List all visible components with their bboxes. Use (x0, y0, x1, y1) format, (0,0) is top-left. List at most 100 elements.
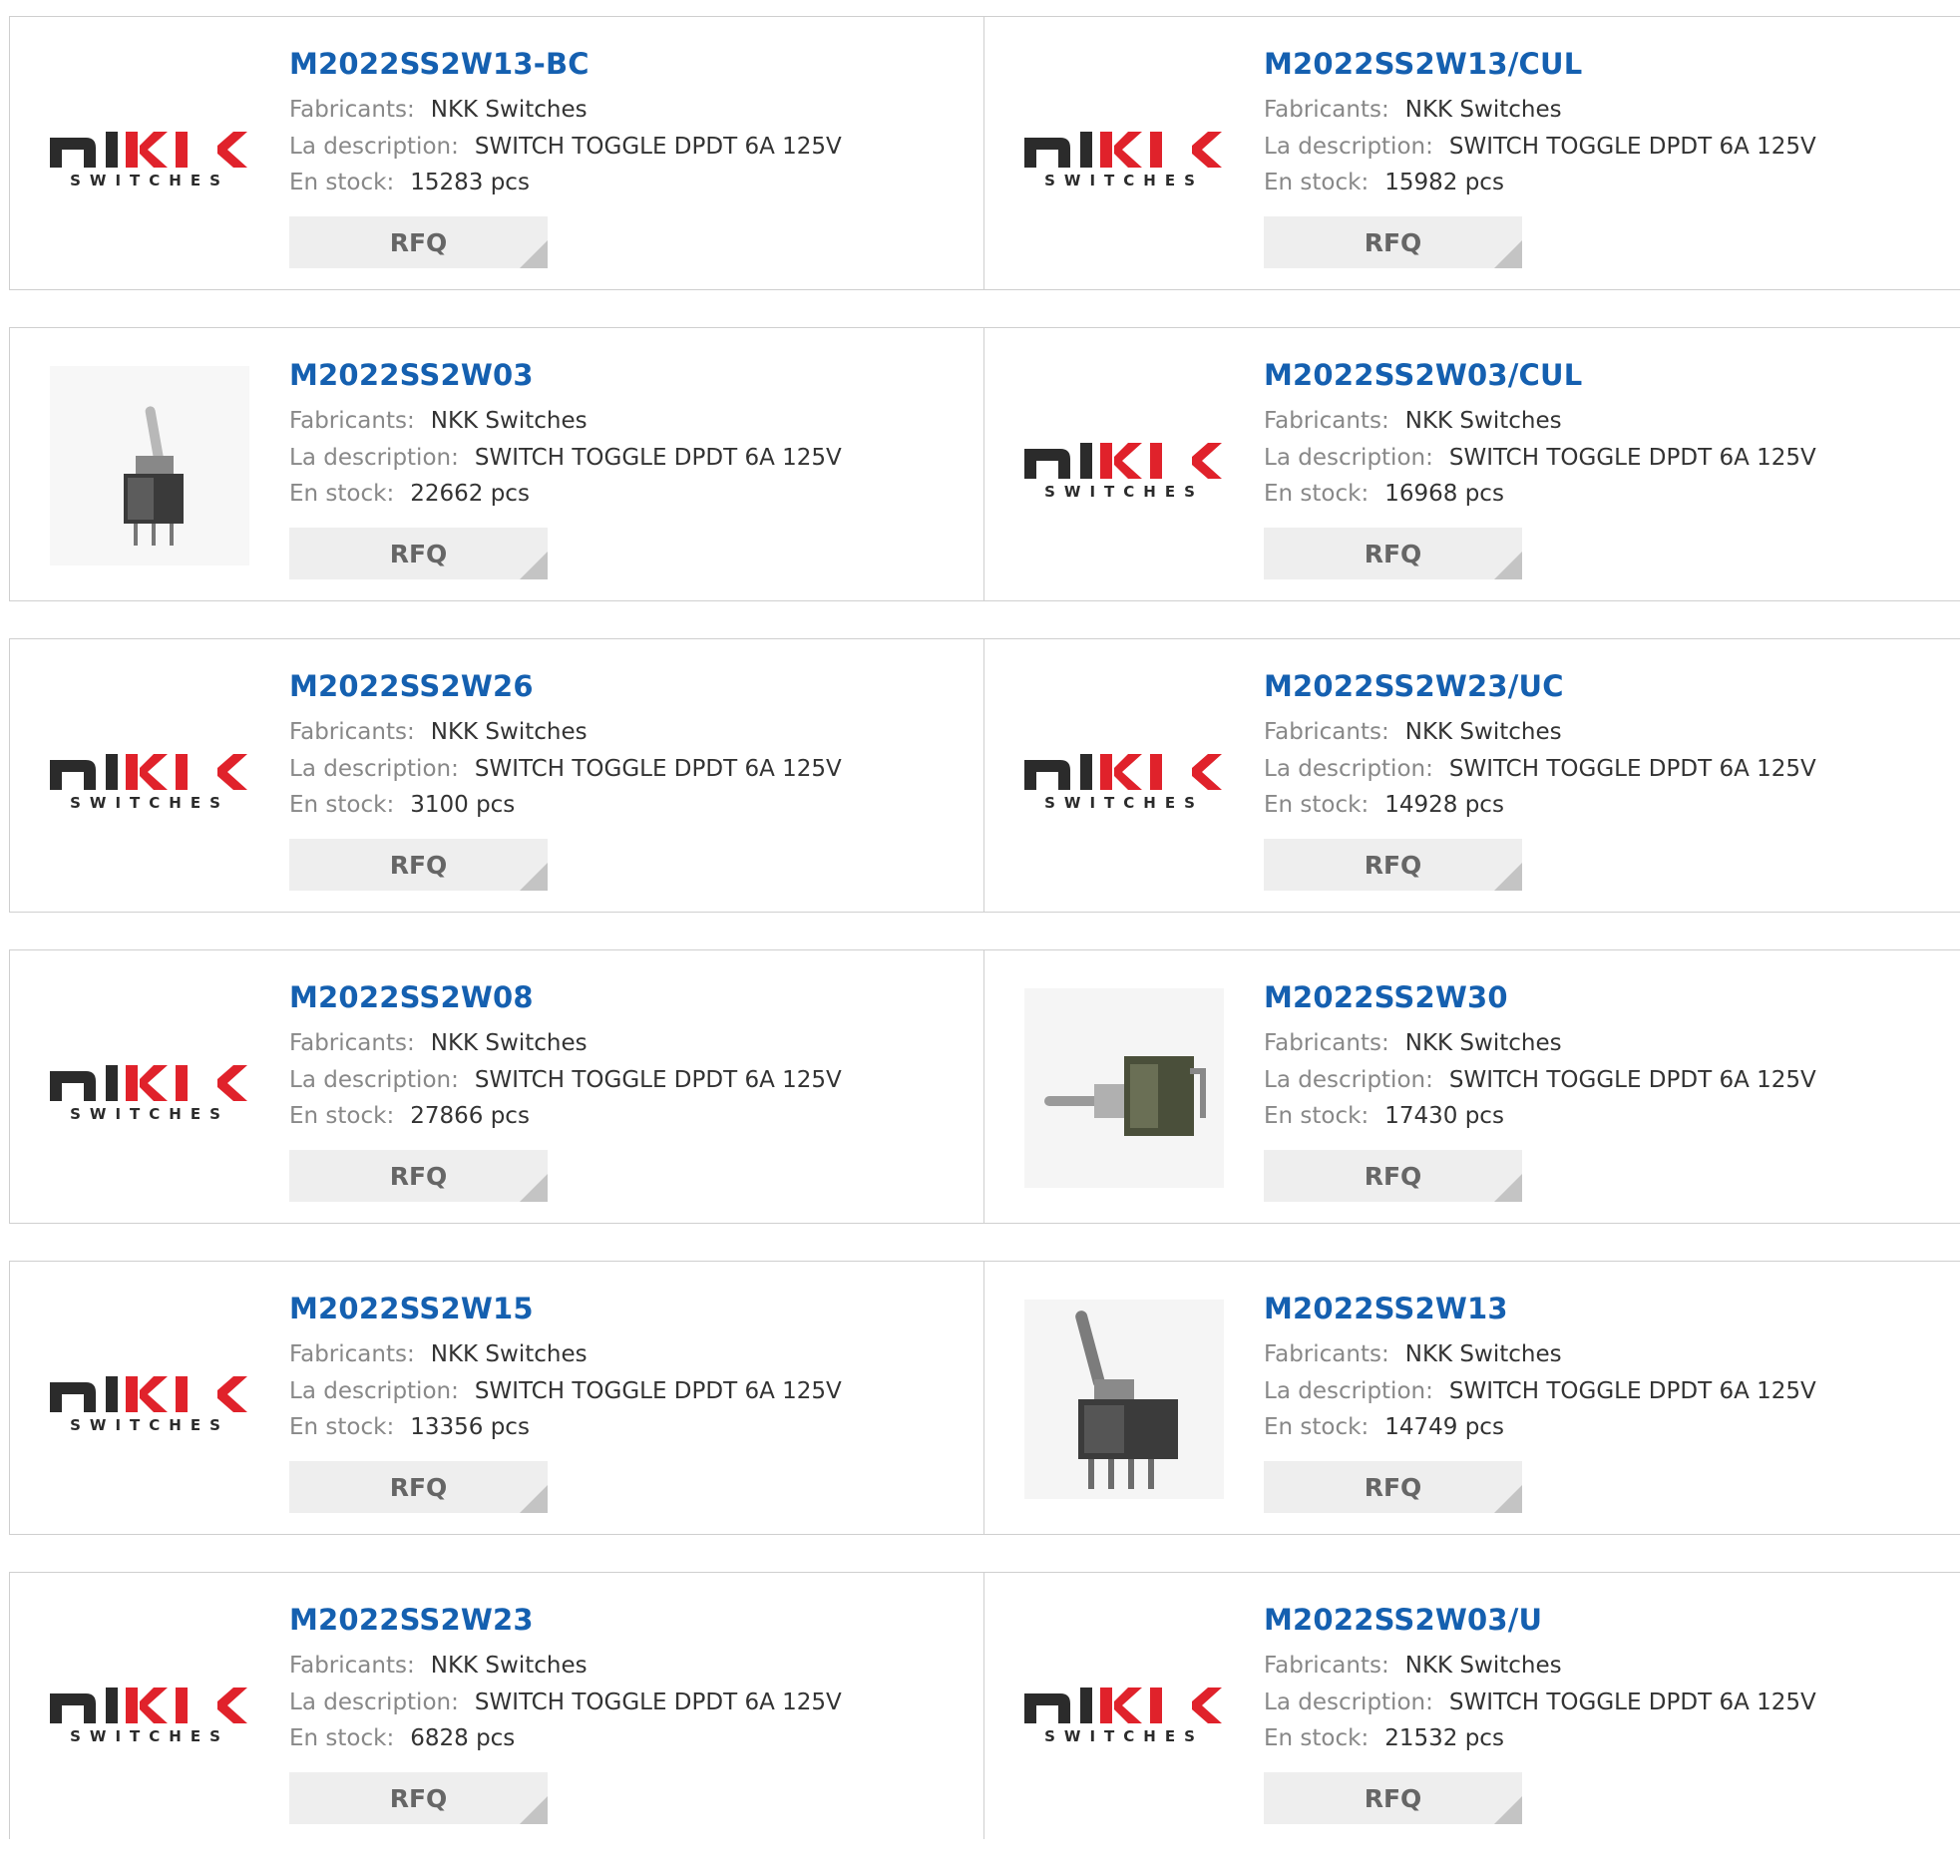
stock-label: En stock: (289, 1103, 395, 1129)
manufacturer-line: Fabricants: NKK Switches (1264, 408, 1562, 434)
rfq-button[interactable]: RFQ (1264, 1461, 1522, 1513)
corner-triangle-icon (1494, 240, 1522, 268)
rfq-button[interactable]: RFQ (1264, 1772, 1522, 1824)
manufacturer-value: NKK Switches (1404, 97, 1562, 123)
nkk-logo-icon: SWITCHES (1024, 132, 1222, 189)
rfq-button[interactable]: RFQ (289, 528, 548, 579)
manufacturer-value: NKK Switches (430, 1030, 588, 1056)
description-label: La description: (1264, 134, 1433, 160)
stock-value: 15982 pcs (1384, 170, 1504, 195)
manufacturer-value: NKK Switches (1404, 408, 1562, 434)
product-part-link[interactable]: M2022SS2W13-BC (289, 47, 589, 81)
description-line: La description: SWITCH TOGGLE DPDT 6A 125… (1264, 756, 1816, 782)
stock-line: En stock: 22662 pcs (289, 481, 530, 507)
description-line: La description: SWITCH TOGGLE DPDT 6A 125… (1264, 1378, 1816, 1404)
product-row: SWITCHES M2022SS2W23 Fabricants: NKK Swit… (9, 1572, 1960, 1839)
stock-value: 17430 pcs (1384, 1103, 1504, 1129)
manufacturer-label: Fabricants: (1264, 1341, 1389, 1367)
description-value: SWITCH TOGGLE DPDT 6A 125V (474, 1067, 842, 1093)
svg-text:SWITCHES: SWITCHES (1044, 1727, 1204, 1745)
product-part-link[interactable]: M2022SS2W03 (289, 358, 534, 392)
product-image[interactable] (1024, 1300, 1224, 1499)
product-part-link[interactable]: M2022SS2W03/U (1264, 1603, 1542, 1637)
product-grid: SWITCHES M2022SS2W13-BC Fabricants: NKK S… (9, 16, 1960, 1876)
product-part-link[interactable]: M2022SS2W08 (289, 980, 534, 1014)
rfq-button[interactable]: RFQ (1264, 839, 1522, 891)
svg-text:SWITCHES: SWITCHES (70, 1416, 229, 1434)
product-card: SWITCHES M2022SS2W23/UC Fabricants: NKK S… (984, 639, 1959, 912)
product-image[interactable]: SWITCHES (1024, 1611, 1224, 1810)
product-image[interactable]: SWITCHES (1024, 55, 1224, 254)
manufacturer-line: Fabricants: NKK Switches (1264, 97, 1562, 123)
corner-triangle-icon (520, 1796, 548, 1824)
stock-value: 14928 pcs (1384, 792, 1504, 818)
rfq-label: RFQ (1364, 850, 1422, 880)
manufacturer-label: Fabricants: (289, 97, 415, 123)
rfq-button[interactable]: RFQ (289, 1461, 548, 1513)
product-part-link[interactable]: M2022SS2W15 (289, 1292, 534, 1325)
right-angle-toggle-photo-icon (1024, 988, 1224, 1188)
product-image[interactable] (50, 366, 249, 565)
stock-line: En stock: 21532 pcs (1264, 1725, 1504, 1751)
rfq-label: RFQ (1364, 1783, 1422, 1813)
stock-value: 21532 pcs (1384, 1725, 1504, 1751)
stock-value: 13356 pcs (410, 1414, 530, 1440)
manufacturer-value: NKK Switches (1404, 1653, 1562, 1679)
stock-label: En stock: (289, 1725, 395, 1751)
product-part-link[interactable]: M2022SS2W23/UC (1264, 669, 1564, 703)
description-label: La description: (289, 1378, 459, 1404)
product-row: SWITCHES M2022SS2W08 Fabricants: NKK Swit… (9, 949, 1960, 1224)
description-value: SWITCH TOGGLE DPDT 6A 125V (1448, 1378, 1816, 1404)
product-part-link[interactable]: M2022SS2W30 (1264, 980, 1508, 1014)
product-image[interactable]: SWITCHES (1024, 366, 1224, 565)
stock-line: En stock: 6828 pcs (289, 1725, 515, 1751)
rfq-button[interactable]: RFQ (1264, 528, 1522, 579)
rfq-button[interactable]: RFQ (289, 1150, 548, 1202)
product-image[interactable]: SWITCHES (1024, 677, 1224, 877)
stock-label: En stock: (289, 1414, 395, 1440)
description-value: SWITCH TOGGLE DPDT 6A 125V (1448, 756, 1816, 782)
product-image[interactable]: SWITCHES (50, 1300, 249, 1499)
description-label: La description: (289, 756, 459, 782)
product-image[interactable]: SWITCHES (50, 988, 249, 1188)
rfq-label: RFQ (1364, 539, 1422, 568)
description-line: La description: SWITCH TOGGLE DPDT 6A 125… (289, 1689, 842, 1715)
product-image[interactable]: SWITCHES (50, 1611, 249, 1810)
description-label: La description: (1264, 445, 1433, 471)
description-value: SWITCH TOGGLE DPDT 6A 125V (1448, 1067, 1816, 1093)
description-value: SWITCH TOGGLE DPDT 6A 125V (474, 1378, 842, 1404)
product-part-link[interactable]: M2022SS2W23 (289, 1603, 534, 1637)
nkk-logo-icon: SWITCHES (1024, 754, 1222, 812)
nkk-logo-icon: SWITCHES (50, 132, 247, 189)
rfq-button[interactable]: RFQ (289, 1772, 548, 1824)
product-image[interactable]: SWITCHES (50, 55, 249, 254)
product-part-link[interactable]: M2022SS2W13/CUL (1264, 47, 1582, 81)
description-value: SWITCH TOGGLE DPDT 6A 125V (474, 1689, 842, 1715)
rfq-button[interactable]: RFQ (289, 839, 548, 891)
corner-triangle-icon (1494, 1174, 1522, 1202)
stock-line: En stock: 14749 pcs (1264, 1414, 1504, 1440)
product-card: SWITCHES M2022SS2W13/CUL Fabricants: NKK … (984, 17, 1959, 289)
product-part-link[interactable]: M2022SS2W26 (289, 669, 534, 703)
product-image[interactable]: SWITCHES (50, 677, 249, 877)
rfq-button[interactable]: RFQ (1264, 216, 1522, 268)
stock-line: En stock: 14928 pcs (1264, 792, 1504, 818)
manufacturer-value: NKK Switches (430, 408, 588, 434)
product-card: SWITCHES M2022SS2W26 Fabricants: NKK Swit… (10, 639, 984, 912)
svg-text:SWITCHES: SWITCHES (1044, 172, 1204, 189)
product-row: SWITCHES M2022SS2W26 Fabricants: NKK Swit… (9, 638, 1960, 913)
product-part-link[interactable]: M2022SS2W03/CUL (1264, 358, 1582, 392)
stock-line: En stock: 3100 pcs (289, 792, 515, 818)
nkk-logo-icon: SWITCHES (50, 1376, 247, 1434)
rfq-button[interactable]: RFQ (289, 216, 548, 268)
manufacturer-value: NKK Switches (1404, 1030, 1562, 1056)
toggle-switch-photo-icon (50, 366, 249, 565)
corner-triangle-icon (520, 1485, 548, 1513)
product-card: SWITCHES M2022SS2W15 Fabricants: NKK Swit… (10, 1262, 984, 1534)
rfq-label: RFQ (1364, 1161, 1422, 1191)
stock-value: 14749 pcs (1384, 1414, 1504, 1440)
product-image[interactable] (1024, 988, 1224, 1188)
stock-line: En stock: 16968 pcs (1264, 481, 1504, 507)
rfq-button[interactable]: RFQ (1264, 1150, 1522, 1202)
product-part-link[interactable]: M2022SS2W13 (1264, 1292, 1508, 1325)
